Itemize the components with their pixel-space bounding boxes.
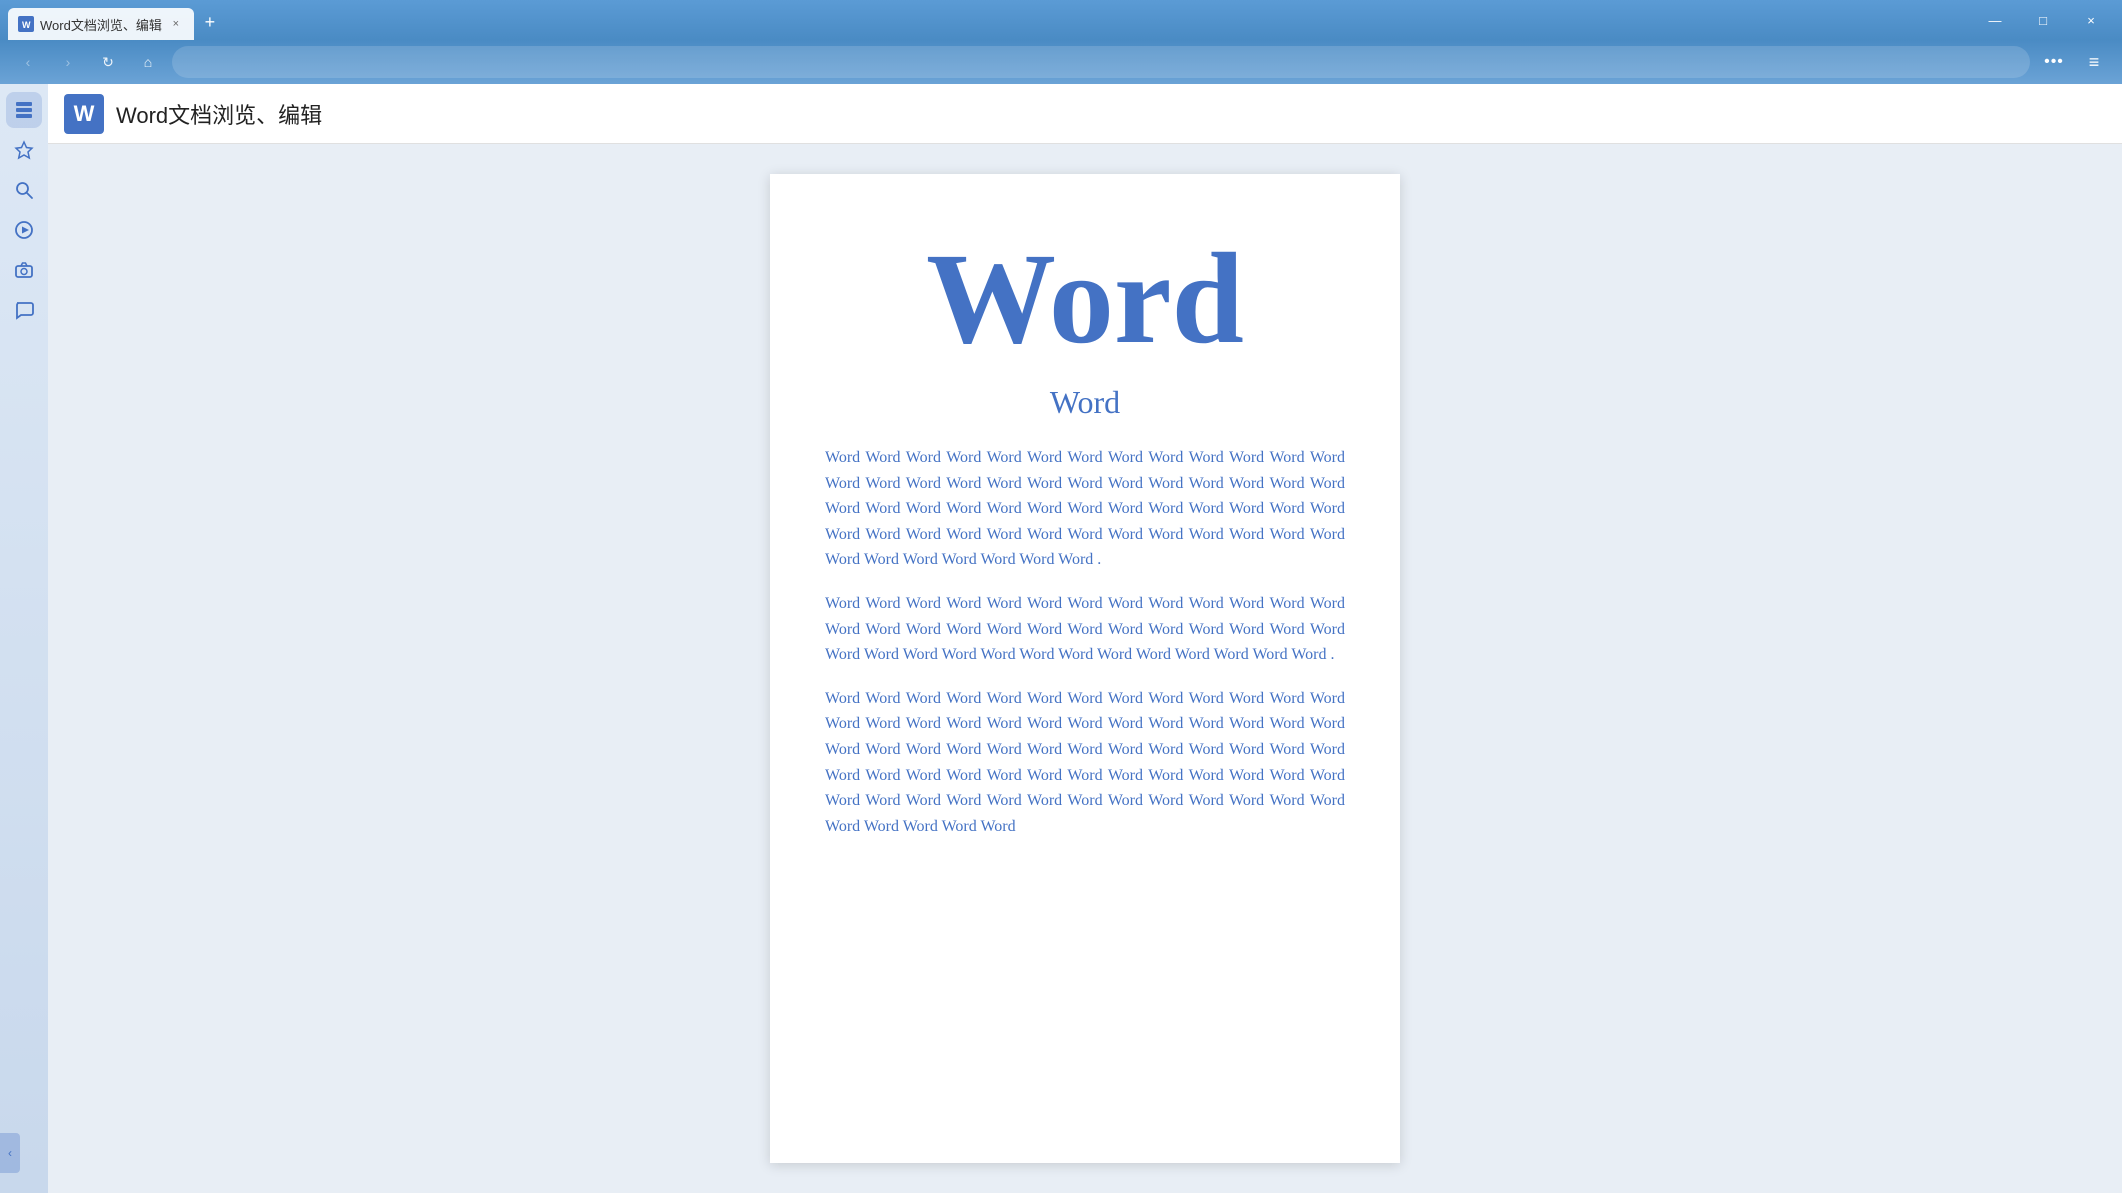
favicon-letter: W <box>74 101 95 127</box>
back-button[interactable]: ‹ <box>12 46 44 78</box>
sidebar-item-play[interactable] <box>6 212 42 248</box>
page-title-bar: W Word文档浏览、编辑 <box>48 84 2122 144</box>
sidebar-item-favorites[interactable] <box>6 132 42 168</box>
sidebar-item-tabs[interactable] <box>6 92 42 128</box>
tab-area: W Word文档浏览、编辑 × + <box>8 0 1968 40</box>
forward-button[interactable]: › <box>52 46 84 78</box>
sidebar: ‹ <box>0 84 48 1193</box>
main-content: Word Word Word Word Word Word Word Word … <box>48 144 2122 1193</box>
refresh-button[interactable]: ↻ <box>92 46 124 78</box>
close-window-button[interactable]: × <box>2068 0 2114 40</box>
page-title: Word文档浏览、编辑 <box>116 98 322 130</box>
document-title-large: Word <box>825 234 1345 364</box>
more-options-button[interactable]: ••• <box>2038 46 2070 78</box>
nav-bar: ‹ › ↻ ⌂ ••• ≡ <box>0 40 2122 84</box>
tab-favicon: W <box>18 16 34 32</box>
sidebar-item-chat[interactable] <box>6 292 42 328</box>
document-page: Word Word Word Word Word Word Word Word … <box>770 174 1400 1163</box>
new-tab-button[interactable]: + <box>196 8 224 36</box>
page-favicon: W <box>64 94 104 134</box>
sidebar-item-camera[interactable] <box>6 252 42 288</box>
sidebar-item-search[interactable] <box>6 172 42 208</box>
tab-title: Word文档浏览、编辑 <box>40 15 162 34</box>
document-paragraph-1: Word Word Word Word Word Word Word Word … <box>825 445 1345 573</box>
title-bar: W Word文档浏览、编辑 × + — □ × <box>0 0 2122 40</box>
maximize-button[interactable]: □ <box>2020 0 2066 40</box>
menu-button[interactable]: ≡ <box>2078 46 2110 78</box>
document-subtitle: Word <box>825 384 1345 421</box>
minimize-button[interactable]: — <box>1972 0 2018 40</box>
tab-close-button[interactable]: × <box>168 16 184 32</box>
svg-text:W: W <box>22 20 31 30</box>
active-tab[interactable]: W Word文档浏览、编辑 × <box>8 8 194 40</box>
document-paragraph-3: Word Word Word Word Word Word Word Word … <box>825 686 1345 840</box>
sidebar-toggle-button[interactable]: ‹ <box>0 1133 20 1173</box>
home-button[interactable]: ⌂ <box>132 46 164 78</box>
address-bar[interactable] <box>172 46 2030 78</box>
window-controls: — □ × <box>1972 0 2114 40</box>
document-paragraph-2: Word Word Word Word Word Word Word Word … <box>825 591 1345 668</box>
